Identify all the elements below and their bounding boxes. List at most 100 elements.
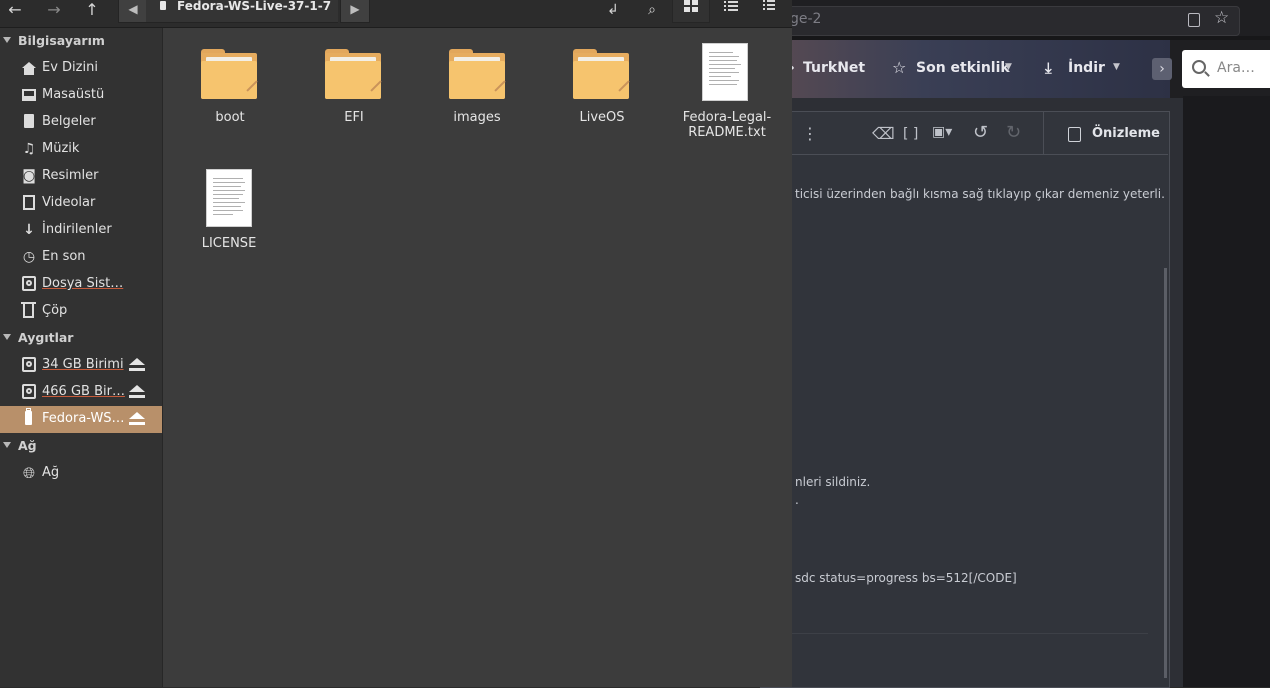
nav-recent[interactable]: Son etkinlik	[916, 60, 1010, 76]
sidebar-item-label: 34 GB Birimi	[42, 357, 124, 372]
section-label: Ağ	[18, 438, 37, 453]
download-icon: ⤓	[1045, 59, 1052, 77]
sidebar-item-videos[interactable]: Videolar	[0, 190, 162, 217]
sidebar-item-label: Belgeler	[42, 114, 96, 129]
sidebar-item-label: 466 GB Bir…	[42, 384, 125, 399]
editor-divider	[760, 633, 1148, 634]
editor-line: .	[795, 493, 799, 507]
sidebar-item-label: Ev Dizini	[42, 60, 98, 75]
scroll-right-button[interactable]: ›	[1152, 58, 1172, 80]
nav-turknet[interactable]: TurkNet	[803, 60, 865, 76]
editor-line: ticisi üzerinden bağlı kısma sağ tıklayı…	[795, 187, 1165, 201]
expander-icon	[3, 37, 11, 43]
sidebar-section-computer[interactable]: Bilgisayarım	[0, 29, 162, 53]
expander-icon	[3, 442, 11, 448]
file-manager-window: ← → ↑ ◀ Fedora-WS-Live-37-1-7 ▶ ↲ ⌕ Bilg…	[0, 0, 792, 687]
folder-icon	[201, 49, 258, 99]
eraser-icon[interactable]: ⌫	[872, 124, 895, 143]
usb-drive-icon	[160, 1, 166, 10]
folder-icon	[449, 49, 506, 99]
url-text: ge-2	[790, 11, 822, 27]
sidebar-item-home[interactable]: Ev Dizini	[0, 55, 162, 82]
star-icon: ☆	[892, 58, 907, 77]
eject-icon[interactable]	[129, 358, 145, 373]
sidebar-item-desktop[interactable]: Masaüstü	[0, 82, 162, 109]
undo-icon[interactable]: ↺	[973, 122, 988, 143]
sidebar-item-label: Fedora-WS…	[42, 411, 125, 426]
file-name: images	[453, 110, 501, 125]
drive-icon	[22, 384, 36, 399]
sidebar-item-filesystem[interactable]: Dosya Sist…	[0, 271, 162, 298]
film-icon	[23, 195, 35, 210]
home-icon	[22, 62, 36, 75]
sidebar-item-documents[interactable]: Belgeler	[0, 109, 162, 136]
download-icon: ↓	[23, 222, 35, 238]
sidebar-item-device-466gb[interactable]: 466 GB Bir…	[0, 379, 162, 406]
music-icon: ♫	[22, 141, 36, 157]
text-file-icon	[206, 169, 252, 227]
drive-icon	[22, 357, 36, 372]
folder-icon	[325, 49, 382, 99]
hamburger-menu-icon[interactable]	[763, 0, 775, 12]
expander-icon	[3, 334, 11, 340]
sidebar-section-network[interactable]: Ağ	[0, 434, 162, 458]
sidebar-item-trash[interactable]: Çöp	[0, 298, 162, 325]
redo-icon[interactable]: ↻	[1006, 122, 1021, 143]
path-scroll-right-button[interactable]: ▶	[340, 0, 370, 23]
file-name: boot	[215, 110, 245, 125]
save-icon[interactable]: ▣▾	[932, 124, 952, 140]
editor-scrollbar[interactable]	[1164, 268, 1167, 678]
page-sidebar	[1183, 96, 1270, 687]
sidebar-item-label: Dosya Sist…	[42, 276, 124, 291]
sidebar-item-recent[interactable]: ◷ En son	[0, 244, 162, 271]
sidebar-item-music[interactable]: ♫ Müzik	[0, 136, 162, 163]
network-icon: 🌐︎	[22, 464, 35, 482]
eject-icon[interactable]	[129, 385, 145, 400]
recent-icon: ◷	[22, 249, 36, 265]
bookmark-star-icon[interactable]: ☆	[1214, 8, 1229, 28]
sidebar-item-label: Masaüstü	[42, 87, 105, 102]
search-icon[interactable]: ⌕	[642, 0, 662, 22]
eject-icon[interactable]	[129, 412, 145, 427]
sidebar-item-pictures[interactable]: ◙ Resimler	[0, 163, 162, 190]
preview-label: Önizleme	[1092, 126, 1160, 141]
bbcode-icon[interactable]: [ ]	[903, 126, 918, 142]
more-options-icon[interactable]: ⋮	[802, 124, 818, 143]
text-file-icon	[702, 43, 748, 101]
sidebar-item-downloads[interactable]: ↓ İndirilenler	[0, 217, 162, 244]
file-name: EFI	[344, 110, 364, 125]
desktop-icon	[22, 89, 36, 101]
forward-arrow-icon[interactable]: →	[45, 0, 63, 22]
section-label: Aygıtlar	[18, 330, 74, 345]
site-search-placeholder: Ara…	[1217, 60, 1255, 76]
section-label: Bilgisayarım	[18, 33, 105, 48]
path-current-label: Fedora-WS-Live-37-1-7	[177, 0, 332, 13]
sidebar-item-label: Çöp	[42, 303, 68, 318]
trash-icon	[21, 302, 36, 318]
folder-icon	[573, 49, 630, 99]
sidebar-section-devices[interactable]: Aygıtlar	[0, 326, 162, 350]
chevron-down-icon[interactable]: ▼	[1113, 62, 1120, 72]
usb-drive-icon	[25, 408, 32, 425]
back-arrow-icon[interactable]: ←	[6, 0, 24, 22]
grid-view-icon	[684, 0, 698, 12]
sidebar-item-label: En son	[42, 249, 86, 264]
file-name: LICENSE	[201, 236, 257, 251]
sidebar-item-network[interactable]: 🌐︎ Ağ	[0, 460, 162, 487]
sidebar-item-label: İndirilenler	[42, 222, 112, 237]
url-bar[interactable]	[760, 6, 1240, 36]
location-entry-icon[interactable]: ↲	[603, 0, 623, 22]
editor-line: sdc status=progress bs=512[/CODE]	[795, 571, 1017, 585]
nav-download[interactable]: İndir	[1068, 60, 1105, 76]
sidebar-item-device-fedora[interactable]: Fedora-WS…	[0, 406, 162, 433]
reader-view-icon[interactable]	[1188, 13, 1200, 27]
list-view-icon[interactable]	[724, 1, 738, 12]
sidebar-item-device-34gb[interactable]: 34 GB Birimi	[0, 352, 162, 379]
up-arrow-icon[interactable]: ↑	[83, 0, 101, 22]
path-scroll-left-button[interactable]: ◀	[118, 0, 148, 23]
sidebar-item-label: Videolar	[42, 195, 96, 210]
file-name: LiveOS	[579, 110, 625, 125]
file-name-line1: Fedora-Legal-	[682, 110, 772, 125]
preview-icon	[1068, 127, 1081, 142]
chevron-down-icon[interactable]: ▼	[1005, 62, 1012, 72]
